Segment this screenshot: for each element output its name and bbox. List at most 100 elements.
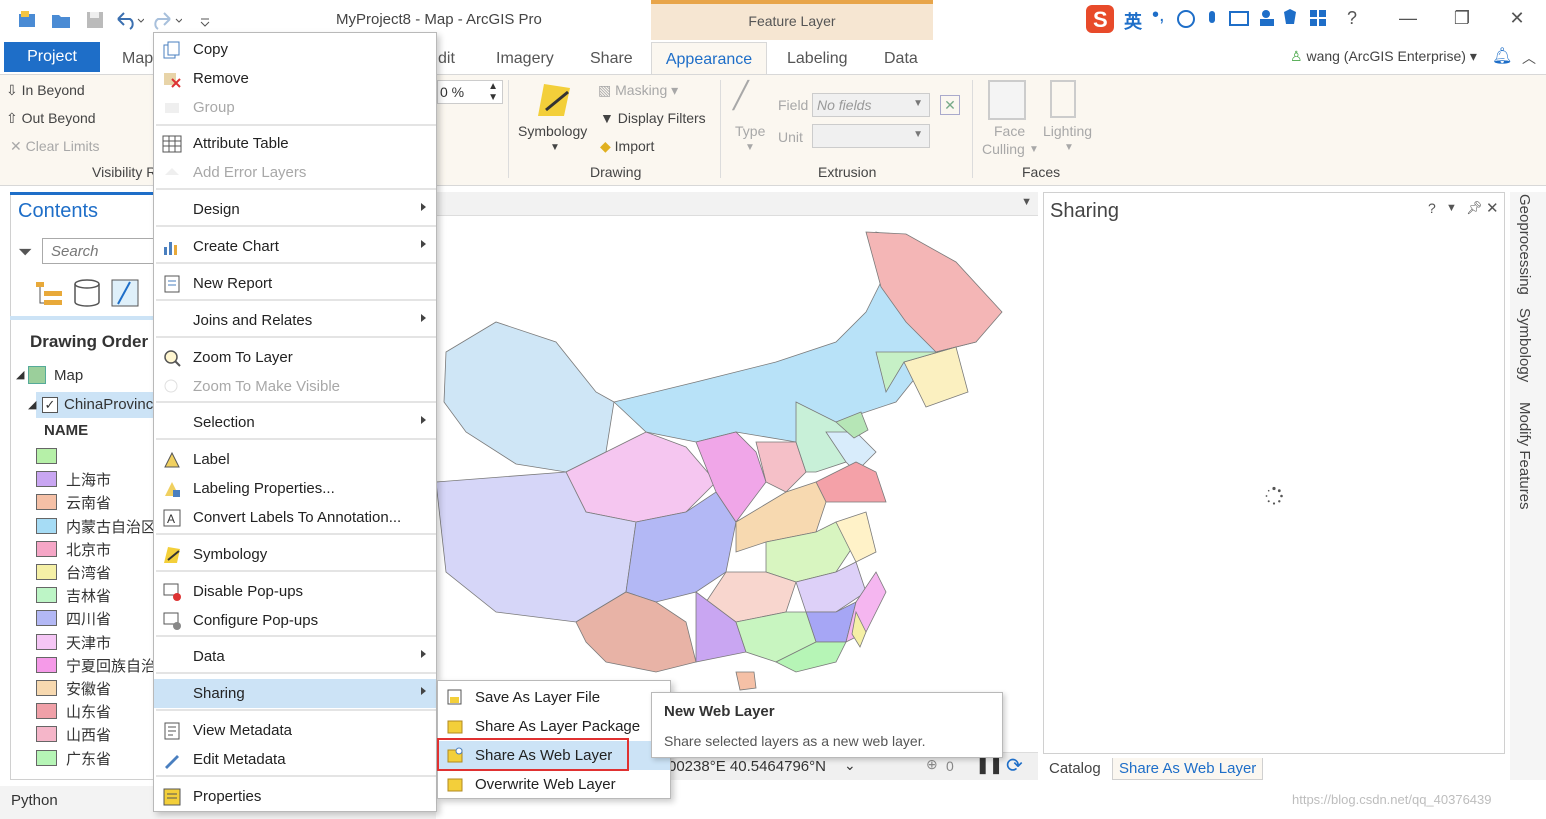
face-culling-label-2[interactable]: Culling <box>982 141 1025 157</box>
clear-limits-button[interactable]: ✕ Clear Limits <box>10 138 100 155</box>
face-culling-label-1[interactable]: Face <box>994 123 1025 139</box>
menu-item-create-chart[interactable]: Create Chart <box>154 232 436 261</box>
unit-select[interactable]: ▼ <box>812 124 930 148</box>
menu-item-properties[interactable]: Properties <box>154 782 436 811</box>
legend-swatch[interactable] <box>36 517 57 534</box>
menu-item-label[interactable]: Label <box>154 445 436 474</box>
menu-item-view-metadata[interactable]: View Metadata <box>154 716 436 745</box>
python-tab[interactable]: Python <box>11 792 58 809</box>
transparency-field[interactable]: 0 % ▲ ▼ <box>437 80 503 104</box>
face-culling-dropdown-icon[interactable]: ▼ <box>1029 144 1039 155</box>
menu-item-zoom-to-make-visible[interactable]: Zoom To Make Visible <box>154 372 436 401</box>
import-button[interactable]: ◆ Import <box>600 138 654 155</box>
menu-item-attribute-table[interactable]: Attribute Table <box>154 129 436 158</box>
map-node[interactable]: Map <box>54 367 83 384</box>
legend-swatch[interactable] <box>36 633 57 650</box>
menu-item-labeling-properties[interactable]: Labeling Properties... <box>154 474 436 503</box>
help-button[interactable]: ? <box>1340 8 1364 29</box>
lighting-label[interactable]: Lighting <box>1043 123 1092 139</box>
list-by-selection-icon[interactable] <box>110 278 140 308</box>
undo-icon[interactable] <box>114 9 144 31</box>
menu-item-disable-pop-ups[interactable]: Disable Pop-ups <box>154 577 436 606</box>
open-project-icon[interactable] <box>50 9 72 31</box>
expression-icon[interactable]: ✕ <box>940 95 960 115</box>
symbology-button[interactable] <box>534 80 574 120</box>
menu-item-symbology[interactable]: Symbology <box>154 540 436 569</box>
new-project-icon[interactable] <box>16 9 38 31</box>
customize-toolbar-icon[interactable] <box>198 9 220 31</box>
legend-swatch[interactable] <box>36 680 57 696</box>
tab-labeling[interactable]: Labeling <box>787 50 848 68</box>
chevron-down-icon[interactable]: ▼ <box>1021 196 1032 208</box>
legend-swatch[interactable] <box>36 587 57 604</box>
extrusion-type-label[interactable]: Type <box>735 123 765 139</box>
out-beyond-button[interactable]: ⇧ Out Beyond <box>6 110 96 127</box>
type-dropdown-icon[interactable]: ▼ <box>745 142 755 153</box>
ime-punct-icon[interactable]: •, <box>1152 4 1165 27</box>
legend-swatch[interactable] <box>36 656 57 673</box>
spinner-icon[interactable]: ▲ ▼ <box>488 81 498 103</box>
redo-icon[interactable] <box>152 9 182 31</box>
legend-swatch[interactable] <box>36 540 57 557</box>
pane-options-icon[interactable]: ▼ <box>1446 202 1457 214</box>
menu-item-data[interactable]: Data <box>154 642 436 671</box>
tab-share-as-web-layer[interactable]: Share As Web Layer <box>1112 758 1264 780</box>
pane-help-icon[interactable]: ? <box>1428 200 1436 216</box>
legend-swatch[interactable] <box>36 448 57 464</box>
layer-visibility-checkbox[interactable]: ✓ <box>42 397 58 413</box>
pane-close-icon[interactable]: ✕ <box>1486 199 1499 217</box>
list-by-drawing-order-icon[interactable] <box>34 278 64 308</box>
ime-mode-label[interactable]: 英 <box>1124 8 1142 34</box>
lighting-dropdown-icon[interactable]: ▼ <box>1064 142 1074 153</box>
menu-item-remove[interactable]: Remove <box>154 64 436 93</box>
menu-item-group[interactable]: Group <box>154 93 436 122</box>
pin-icon[interactable]: 📌︎ <box>1466 200 1483 216</box>
legend-swatch[interactable] <box>36 726 57 743</box>
in-beyond-button[interactable]: ⇩ In Beyond <box>6 82 85 99</box>
menu-item-joins-and-relates[interactable]: Joins and Relates <box>154 306 436 335</box>
restore-button[interactable]: ❐ <box>1450 8 1474 29</box>
save-project-icon[interactable] <box>84 9 106 31</box>
tab-map[interactable]: Map <box>122 50 153 68</box>
side-tab-modify-features[interactable]: Modify Features <box>1516 402 1533 510</box>
coordinates-readout[interactable]: 00238°E 40.5464796°N <box>668 758 826 775</box>
close-button[interactable]: ✕ <box>1505 8 1529 29</box>
menu-item-sharing[interactable]: Sharing <box>154 679 436 708</box>
tab-catalog[interactable]: Catalog <box>1043 758 1107 779</box>
display-filters-button[interactable]: ▼ Display Filters <box>600 110 706 126</box>
symbology-dropdown-icon[interactable]: ▼ <box>550 142 560 153</box>
user-account[interactable]: ♙ wang (ArcGIS Enterprise) ▾ <box>1290 48 1477 65</box>
filter-icon[interactable]: ⏷ <box>18 242 32 263</box>
menu-item-edit-metadata[interactable]: Edit Metadata <box>154 745 436 774</box>
legend-swatch[interactable] <box>36 749 57 766</box>
minimize-button[interactable]: — <box>1396 8 1420 29</box>
tab-appearance[interactable]: Appearance <box>651 42 767 74</box>
masking-button[interactable]: ▧ Masking ▾ <box>598 82 678 99</box>
legend-swatch[interactable] <box>36 564 57 580</box>
legend-swatch[interactable] <box>36 494 57 511</box>
collapse-ribbon-icon[interactable]: ︿ <box>1522 48 1536 68</box>
tab-data[interactable]: Data <box>884 50 918 68</box>
tab-project[interactable]: Project <box>4 42 100 72</box>
symbology-label[interactable]: Symbology <box>518 123 587 139</box>
field-select[interactable]: No fields ▼ <box>812 93 930 117</box>
menu-item-zoom-to-layer[interactable]: Zoom To Layer <box>154 343 436 372</box>
tab-share[interactable]: Share <box>590 50 633 68</box>
submenu-item-save-as-layer-file[interactable]: Save As Layer File <box>438 683 670 712</box>
search-input[interactable]: Search <box>42 238 154 264</box>
menu-item-selection[interactable]: Selection <box>154 408 436 437</box>
pause-drawing-icon[interactable]: ❚❚ <box>976 755 1003 775</box>
side-tab-geoprocessing[interactable]: Geoprocessing <box>1516 194 1533 295</box>
tab-imagery[interactable]: Imagery <box>496 50 554 68</box>
refresh-icon[interactable]: ⟳ <box>1006 753 1023 778</box>
submenu-item-share-as-layer-package[interactable]: Share As Layer Package <box>438 712 670 741</box>
expand-layer-icon[interactable]: ◢ <box>28 398 36 411</box>
tab-edit[interactable]: dit <box>438 50 455 68</box>
menu-item-add-error-layers[interactable]: Add Error Layers <box>154 158 436 187</box>
menu-item-copy[interactable]: Copy <box>154 35 436 64</box>
list-by-data-source-icon[interactable] <box>72 278 102 308</box>
submenu-item-overwrite-web-layer[interactable]: Overwrite Web Layer <box>438 770 670 799</box>
menu-item-design[interactable]: Design <box>154 195 436 224</box>
side-tab-symbology[interactable]: Symbology <box>1516 308 1533 382</box>
legend-swatch[interactable] <box>36 703 57 720</box>
